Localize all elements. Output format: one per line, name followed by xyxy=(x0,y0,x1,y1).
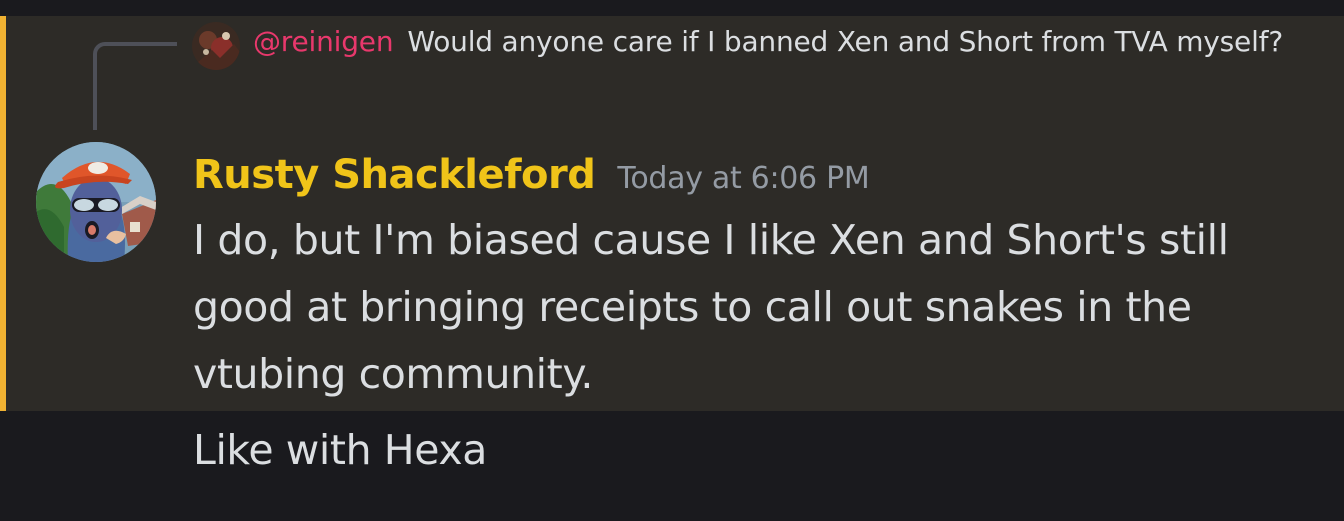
message-content: I do, but I'm biased cause I like Xen an… xyxy=(193,216,1229,398)
message-timestamp[interactable]: Today at 6:06 PM xyxy=(617,161,869,196)
reply-content: Would anyone care if I banned Xen and Sh… xyxy=(407,25,1283,58)
author-name[interactable]: Rusty Shackleford xyxy=(193,152,596,198)
reply-preview[interactable]: @reinigen Would anyone care if I banned X… xyxy=(193,22,1313,62)
reply-avatar-icon[interactable] xyxy=(192,22,240,70)
author-avatar-icon[interactable] xyxy=(36,142,156,262)
followup-message-content: Like with Hexa xyxy=(193,426,487,474)
message-header: Rusty Shackleford Today at 6:06 PM xyxy=(193,152,870,198)
top-strip xyxy=(0,0,1344,16)
reply-spine xyxy=(93,42,177,130)
mention-indicator-bar xyxy=(0,16,6,411)
reply-author[interactable]: @reinigen xyxy=(253,25,394,58)
